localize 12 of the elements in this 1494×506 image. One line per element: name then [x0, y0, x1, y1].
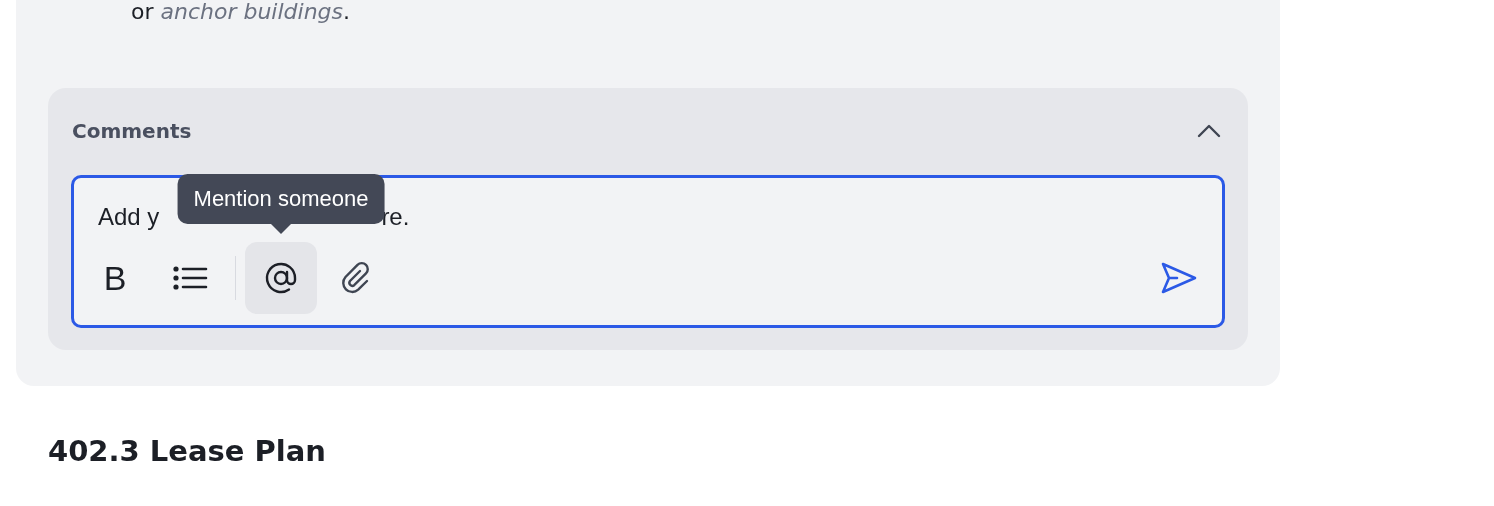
comment-field[interactable]: Add y re. B Mention someone	[71, 175, 1225, 328]
comments-title: Comments	[72, 119, 192, 143]
mention-button[interactable]	[245, 242, 317, 314]
placeholder-text: Add y	[98, 202, 160, 232]
tooltip-pointer	[271, 224, 291, 234]
bold-button[interactable]: B	[79, 242, 151, 314]
chevron-icon[interactable]	[1197, 124, 1221, 138]
at-sign-icon	[263, 260, 299, 296]
send-icon[interactable]	[1160, 261, 1198, 295]
bullet-list-icon	[172, 264, 208, 292]
body-text: or anchor buildings.	[131, 0, 352, 24]
section-heading: 402.3 Lease Plan	[48, 434, 327, 468]
